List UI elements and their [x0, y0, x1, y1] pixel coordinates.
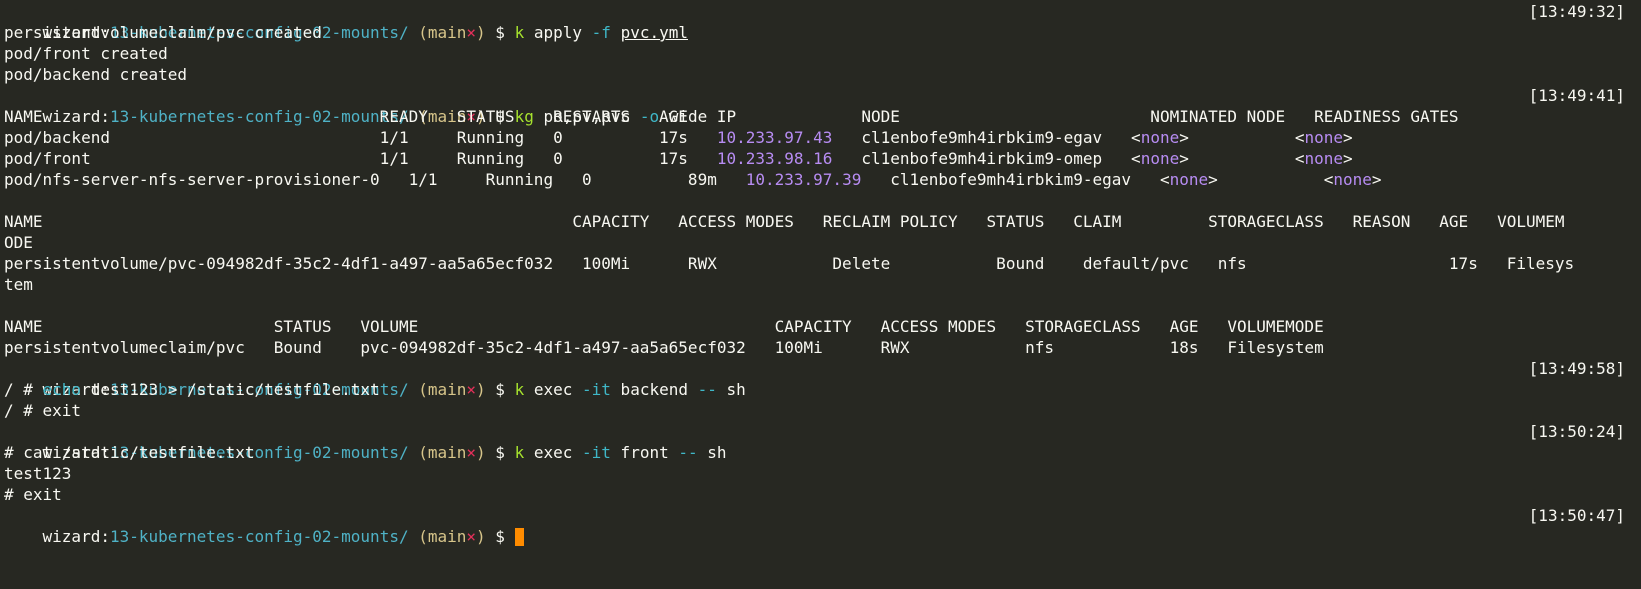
pod-nominated: <none>: [1131, 128, 1189, 147]
table-row: pod/nfs-server-nfs-server-provisioner-0 …: [4, 169, 1641, 190]
pods-table-header: NAME READY STATUS RESTARTS AGE IP NODE N…: [4, 107, 1459, 126]
timestamp: [13:49:32]: [1528, 2, 1625, 21]
pv-table-header: NAME CAPACITY ACCESS MODES RECLAIM POLIC…: [4, 212, 1565, 231]
table-row: pod/backend 1/1 Running 0 17s 10.233.97.…: [4, 127, 1641, 148]
table-row: persistentvolumeclaim/pvc Bound pvc-0949…: [4, 338, 1324, 357]
pod-ip: 10.233.98.16: [716, 149, 833, 168]
prompt-line-get: wizard:13-kubernetes-config-02-mounts/ (…: [4, 85, 1641, 126]
prompt-branch: main: [427, 527, 467, 546]
output-line: persistentvolumeclaim/pvc created: [4, 23, 322, 42]
prompt-path: 13-kubernetes-config-02-mounts/: [109, 527, 409, 546]
pod-readiness: <none>: [1323, 170, 1382, 189]
table-row: persistentvolume/pvc-094982df-35c2-4df1-…: [4, 254, 1575, 273]
prompt-branch-open: (: [408, 527, 428, 546]
timestamp: [13:49:58]: [1528, 359, 1625, 378]
pvc-table-header: NAME STATUS VOLUME CAPACITY ACCESS MODES…: [4, 317, 1324, 336]
prompt-line-exec-front: wizard:13-kubernetes-config-02-mounts/ (…: [4, 421, 1641, 462]
shell-echo-args: test123 > /static/testfile.txt: [81, 380, 380, 399]
shell-prompt: / #: [4, 380, 43, 399]
shell-line: / # echo test123 > /static/testfile.txt: [4, 379, 1641, 400]
pod-nominated: <none>: [1159, 170, 1218, 189]
prompt-line-current[interactable]: wizard:13-kubernetes-config-02-mounts/ (…: [4, 505, 1641, 546]
prompt-line-apply: wizard:13-kubernetes-config-02-mounts/ (…: [4, 1, 1641, 42]
shell-output: test123: [4, 464, 72, 483]
timestamp: [13:50:47]: [1528, 506, 1625, 525]
shell-echo: echo: [42, 380, 82, 399]
pod-readiness: <none>: [1294, 128, 1353, 147]
shell-line: # cat /static/testfile.txt: [4, 443, 255, 462]
pod-row-prefix: pod/front 1/1 Running 0 17s: [4, 149, 717, 168]
pod-ip: 10.233.97.39: [745, 170, 862, 189]
prompt-branch-close: ): [476, 527, 486, 546]
prompt-dollar: $: [485, 527, 515, 546]
pod-node: cl1enbofe9mh4irbkim9-egav: [861, 170, 1160, 189]
pod-ip: 10.233.97.43: [716, 128, 833, 147]
cursor-block[interactable]: [514, 527, 524, 546]
prompt-dirty-marker: ×: [466, 527, 477, 546]
pod-node: cl1enbofe9mh4irbkim9-egav: [832, 128, 1132, 147]
table-row-wrap: tem: [4, 275, 33, 294]
prompt-line-exec-backend: wizard:13-kubernetes-config-02-mounts/ (…: [4, 358, 1641, 399]
pv-table-header-wrap: ODE: [4, 233, 33, 252]
output-line: pod/backend created: [4, 65, 188, 84]
pod-node: cl1enbofe9mh4irbkim9-omep: [832, 149, 1132, 168]
shell-line: # exit: [4, 485, 62, 504]
table-row: pod/front 1/1 Running 0 17s 10.233.98.16…: [4, 148, 1641, 169]
prompt-colon: :: [100, 527, 110, 546]
terminal-window[interactable]: wizard:13-kubernetes-config-02-mounts/ (…: [0, 0, 1641, 546]
prompt-user: wizard: [42, 527, 101, 546]
timestamp: [13:50:24]: [1528, 422, 1625, 441]
output-line: pod/front created: [4, 44, 168, 63]
pod-row-prefix: pod/backend 1/1 Running 0 17s: [4, 128, 717, 147]
pod-row-prefix: pod/nfs-server-nfs-server-provisioner-0 …: [4, 170, 746, 189]
shell-line: / # exit: [4, 401, 82, 420]
pod-readiness: <none>: [1294, 149, 1353, 168]
timestamp: [13:49:41]: [1528, 86, 1625, 105]
pod-nominated: <none>: [1131, 149, 1189, 168]
